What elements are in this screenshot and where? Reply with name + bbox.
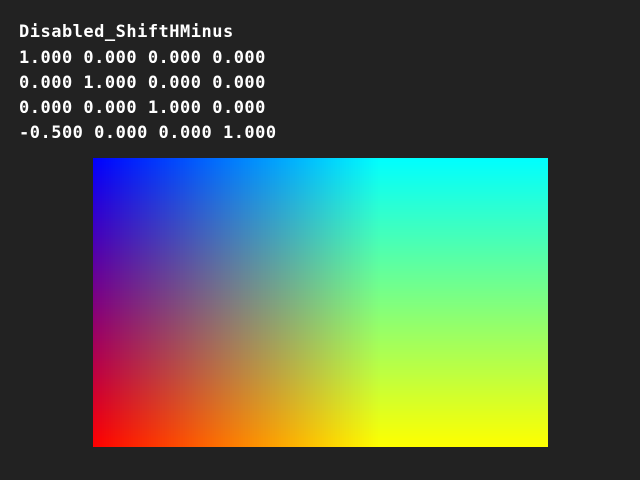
matrix-row-3: 0.000 0.000 1.000 0.000	[19, 98, 266, 118]
title-label: Disabled_ShiftHMinus	[19, 22, 234, 42]
matrix-row-4: -0.500 0.000 0.000 1.000	[19, 123, 277, 143]
color-gradient-preview	[93, 158, 548, 447]
matrix-row-2: 0.000 1.000 0.000 0.000	[19, 73, 266, 93]
matrix-row-1: 1.000 0.000 0.000 0.000	[19, 48, 266, 68]
